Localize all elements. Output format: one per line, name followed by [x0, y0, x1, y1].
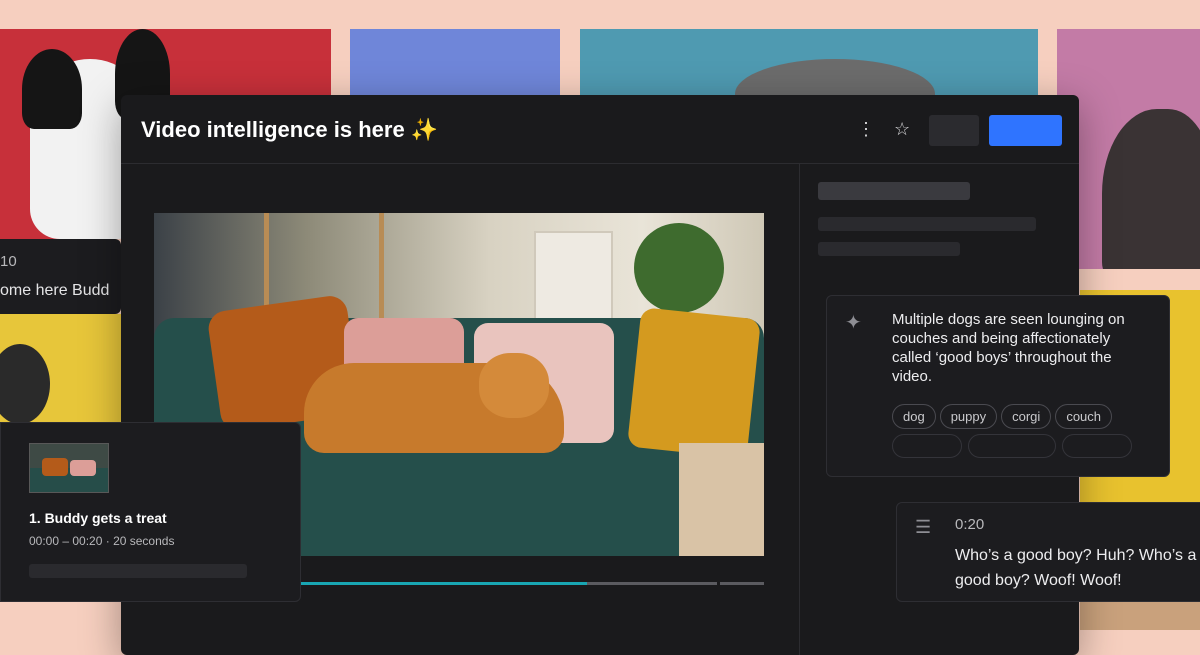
- transcript-card: ☰ 0:20 Who’s a good boy? Huh? Who’s a go…: [896, 502, 1200, 602]
- tag-placeholder: [968, 434, 1056, 458]
- tag-placeholder: [1062, 434, 1132, 458]
- chapter-card[interactable]: 1. Buddy gets a treat 00:00 – 00:20 · 20…: [0, 422, 301, 602]
- window-title-text: Video intelligence is here: [141, 117, 405, 142]
- background-tile-blue: [350, 29, 560, 99]
- video-progress-segment-gap: [717, 582, 720, 585]
- video-painting: [534, 231, 613, 320]
- panel-line-skeleton-1: [818, 217, 1036, 231]
- chapter-skeleton-line: [29, 564, 247, 578]
- video-pillow-mustard: [627, 307, 761, 459]
- video-progress-track[interactable]: [299, 582, 764, 585]
- background-tile-teal-dog: [580, 29, 1038, 99]
- partial-transcript-text: ome here Budd: [0, 282, 110, 299]
- video-blanket: [679, 443, 764, 556]
- tag-dog[interactable]: dog: [892, 404, 936, 429]
- video-plant: [634, 223, 724, 313]
- transcript-timestamp: 0:20: [955, 516, 985, 533]
- primary-button[interactable]: [989, 115, 1062, 146]
- chapter-title: 1. Buddy gets a treat: [29, 510, 167, 526]
- sparkles-icon: ✨: [410, 117, 439, 142]
- star-icon[interactable]: ☆: [894, 119, 910, 140]
- dog-ear-left: [22, 49, 82, 129]
- dog-head-image: [0, 344, 50, 424]
- chapter-meta: 00:00 – 00:20 · 20 seconds: [29, 534, 175, 548]
- video-progress-fill: [299, 582, 588, 585]
- summary-text: Multiple dogs are seen lounging on couch…: [892, 311, 1125, 385]
- panel-title-skeleton: [818, 182, 970, 200]
- tag-puppy[interactable]: puppy: [939, 404, 998, 429]
- partial-transcript-card: 10 ome here Budd: [0, 239, 121, 314]
- summary-empty-tags: [892, 434, 1162, 463]
- thumbnail-pillow: [70, 460, 96, 476]
- more-options-icon[interactable]: ⋮: [857, 119, 875, 140]
- secondary-button[interactable]: [929, 115, 979, 146]
- dog-head-image: [1102, 109, 1200, 269]
- background-tile-yellow: [0, 314, 121, 424]
- dog-head-image: [735, 59, 935, 99]
- transcript-text: Who’s a good boy? Huh? Who’s a good boy?…: [955, 547, 1197, 589]
- tag-placeholder: [892, 434, 962, 458]
- partial-timestamp: 10: [0, 253, 17, 270]
- tag-corgi[interactable]: corgi: [1001, 404, 1052, 429]
- video-corgi-head: [479, 353, 549, 418]
- panel-line-skeleton-2: [818, 242, 960, 256]
- sparkle-icon: ✦: [845, 312, 862, 334]
- thumbnail-pillow: [42, 458, 68, 476]
- summary-tags: dog puppy corgi couch: [892, 404, 1162, 429]
- ai-summary-card: ✦ Multiple dogs are seen lounging on cou…: [826, 295, 1170, 477]
- background-tile-bottom-right: [1080, 600, 1200, 630]
- window-title: Video intelligence is here ✨: [141, 117, 438, 143]
- tag-couch[interactable]: couch: [1055, 404, 1113, 429]
- transcript-lines-icon: ☰: [915, 517, 932, 537]
- window-header: Video intelligence is here ✨ ⋮ ☆: [121, 95, 1079, 164]
- chapter-thumbnail: [29, 443, 109, 493]
